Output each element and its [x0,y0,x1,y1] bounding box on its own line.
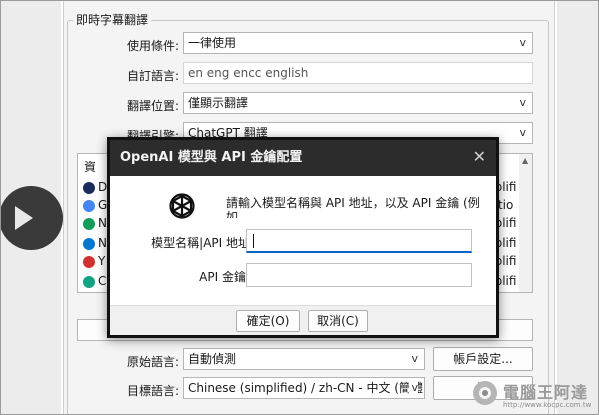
translate-position-label: 翻譯位置: [126,99,179,113]
watermark-url: http://www.kocpc.com.tw [503,401,592,409]
edge-icon [83,237,95,250]
google-icon [83,199,95,212]
dialog-title-bar: OpenAI 模型與 API 金鑰配置 ✕ [110,140,496,176]
openai-config-dialog: OpenAI 模型與 API 金鑰配置 ✕ 請輸入模型名稱與 API 地址，以及… [107,137,499,338]
account-settings-button[interactable]: 帳戶設定... [433,347,533,371]
target-language-label: 目標語言: [126,384,179,398]
custom-language-input[interactable]: en eng encc english [183,62,533,84]
translate-position-select[interactable]: 僅顯示翻譯 v [183,92,533,114]
ok-button[interactable]: 確定(O) [236,310,300,332]
source-language-label: 原始語言: [126,355,179,369]
chevron-down-icon: v [519,36,526,49]
engine-list-header: 資 [84,160,97,174]
deepl-icon [83,181,95,194]
api-key-label: API 金鑰: [199,270,250,284]
use-condition-value: 一律使用 [188,36,237,50]
list-item[interactable]: D [83,179,107,195]
use-condition-select[interactable]: 一律使用 v [183,32,533,54]
list-scrollbar[interactable]: ▲ [519,154,532,292]
translate-position-value: 僅顯示翻譯 [188,96,249,110]
openai-logo-icon [169,193,195,219]
list-item[interactable]: N [83,235,107,251]
custom-language-label: 自訂語言: [126,69,179,83]
yandex-icon [83,255,95,268]
cancel-button[interactable]: 取消(C) [308,310,368,332]
source-language-value: 自動偵測 [188,352,237,366]
source-language-select[interactable]: 自動偵測 v [183,348,425,370]
target-language-select[interactable]: Chinese (simplified) / zh-CN - 中文 (簡體 v [183,377,425,399]
video-background-right [557,1,598,414]
watermark-text: 電腦王阿達 [503,383,589,402]
chevron-down-icon: v [519,126,526,139]
edge-icon [83,217,95,230]
dialog-message: 請輸入模型名稱與 API 地址，以及 API 金鑰 (例如 [226,196,480,218]
target-language-value: Chinese (simplified) / zh-CN - 中文 (簡體 [188,381,423,395]
close-icon[interactable]: ✕ [473,140,486,174]
text-caret [253,234,254,248]
use-condition-label: 使用條件: [126,39,179,53]
chevron-down-icon: v [411,352,418,365]
chevron-down-icon: v [409,378,418,398]
dialog-footer: 確定(O) 取消(C) [110,305,496,335]
play-icon [15,206,33,230]
list-item[interactable]: C [83,273,106,289]
list-item[interactable]: N [83,215,107,231]
model-name-input[interactable] [246,229,472,253]
chevron-down-icon: v [519,96,526,109]
model-name-label: 模型名稱|API 地址 [151,236,250,250]
dialog-title: OpenAI 模型與 API 金鑰配置 [120,150,303,165]
scroll-up-icon: ▲ [522,156,529,165]
app-window: 即時字幕翻譯 使用條件: 一律使用 v 自訂語言: en eng encc en… [0,0,599,415]
list-item[interactable]: Y [83,253,105,269]
list-item[interactable]: G [83,197,107,213]
group-title: 即時字幕翻譯 [73,11,152,28]
chatgpt-icon [83,275,95,288]
api-key-input[interactable] [246,263,472,287]
